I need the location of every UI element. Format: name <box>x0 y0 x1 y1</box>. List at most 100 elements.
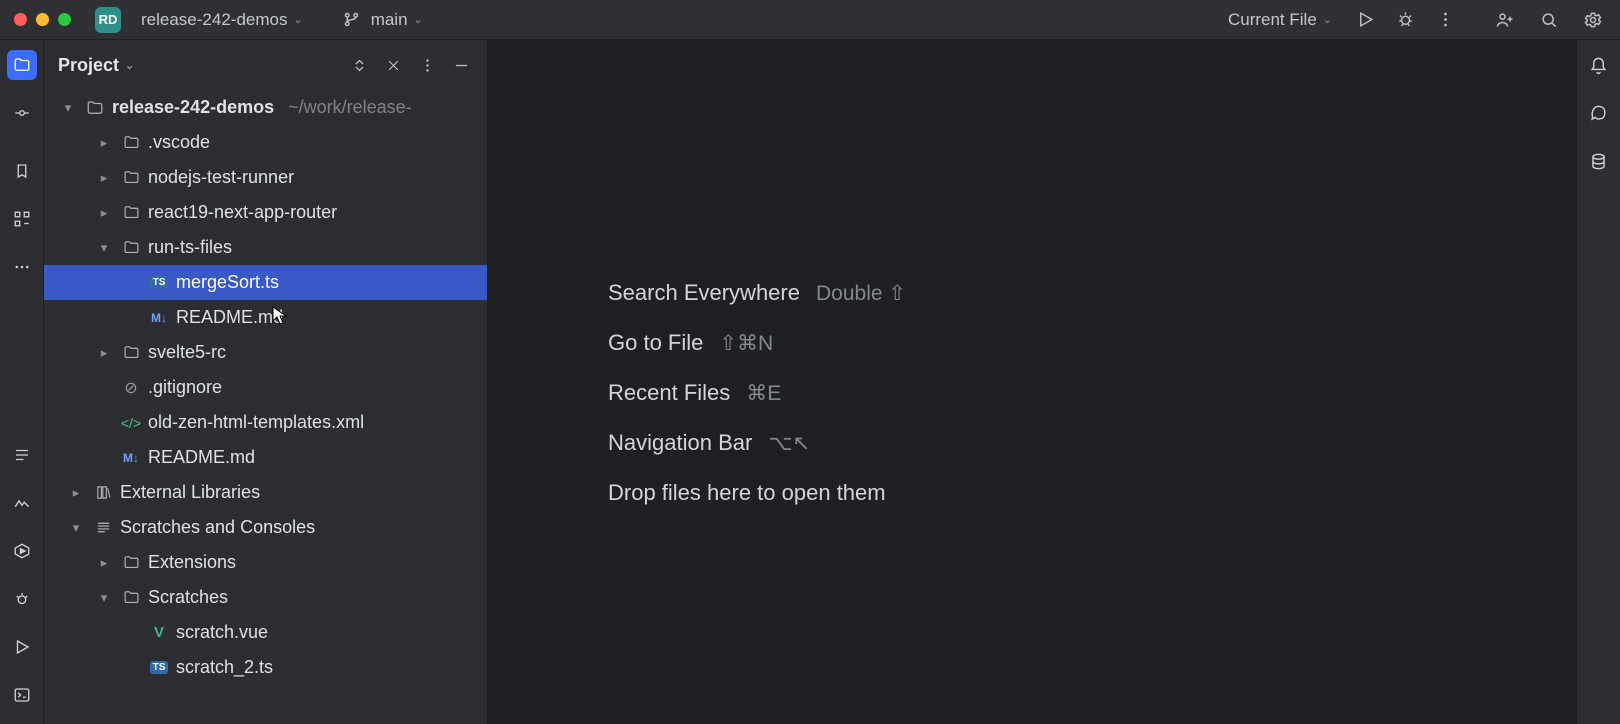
tree-item-label: External Libraries <box>120 482 260 503</box>
tree-row-nodejs-test-runner[interactable]: nodejs-test-runner <box>44 160 487 195</box>
hint-search-everywhere: Search Everywhere Double ⇧ <box>608 280 906 306</box>
file-type-icon: </> <box>120 415 142 431</box>
file-type-icon: M↓ <box>120 451 142 465</box>
editor-area[interactable]: Search Everywhere Double ⇧ Go to File ⇧⌘… <box>488 40 1576 724</box>
commit-tool-button[interactable] <box>7 98 37 128</box>
project-tool-button[interactable] <box>7 50 37 80</box>
more-vert-icon[interactable] <box>1432 7 1458 33</box>
run-tool-button[interactable] <box>7 632 37 662</box>
tree-item-label: Extensions <box>148 552 236 573</box>
chevron-down-icon: ⌄ <box>293 13 302 26</box>
close-window-icon[interactable] <box>14 13 27 26</box>
project-panel-title[interactable]: Project ⌄ <box>58 55 134 76</box>
tree-item-label: react19-next-app-router <box>148 202 337 223</box>
title-bar: RD release-242-demos ⌄ main ⌄ Current Fi… <box>0 0 1620 40</box>
bookmarks-tool-button[interactable] <box>7 156 37 186</box>
tree-item-label: README.md <box>148 447 255 468</box>
tree-arrow-icon[interactable] <box>94 135 114 151</box>
project-badge[interactable]: RD <box>95 7 121 33</box>
ai-assistant-icon[interactable] <box>1584 98 1614 128</box>
tree-item-label: scratch.vue <box>176 622 268 643</box>
file-type-icon: TS <box>148 661 170 674</box>
tree-row-run-ts-files[interactable]: run-ts-files <box>44 230 487 265</box>
todo-tool-button[interactable] <box>7 440 37 470</box>
hint-recent-files: Recent Files ⌘E <box>608 380 906 406</box>
project-selector[interactable]: release-242-demos ⌄ <box>135 7 309 33</box>
file-type-icon <box>120 589 142 606</box>
debug-icon[interactable] <box>1392 7 1418 33</box>
settings-icon[interactable] <box>1580 7 1606 33</box>
chevron-down-icon: ⌄ <box>125 59 134 72</box>
project-panel-header: Project ⌄ <box>44 40 487 90</box>
chevron-down-icon[interactable] <box>58 100 78 116</box>
editor-empty-state: Search Everywhere Double ⇧ Go to File ⇧⌘… <box>608 280 906 506</box>
project-name-label: release-242-demos <box>141 10 287 30</box>
project-tree[interactable]: release-242-demos ~/work/release- .vscod… <box>44 90 487 724</box>
tree-arrow-icon[interactable] <box>94 345 114 361</box>
database-icon[interactable] <box>1584 146 1614 176</box>
branch-selector[interactable]: main ⌄ <box>333 4 429 36</box>
tree-item-label: .vscode <box>148 132 210 153</box>
tree-item-label: Scratches and Consoles <box>120 517 315 538</box>
tree-row-scratch-vue[interactable]: Vscratch.vue <box>44 615 487 650</box>
search-icon[interactable] <box>1536 7 1562 33</box>
file-type-icon <box>120 134 142 151</box>
tree-item-label: old-zen-html-templates.xml <box>148 412 364 433</box>
notifications-icon[interactable] <box>1584 50 1614 80</box>
tree-arrow-icon[interactable] <box>94 205 114 221</box>
tree-item-label: README.md <box>176 307 283 328</box>
collapse-all-icon[interactable] <box>381 53 405 77</box>
tree-row-mergesort-ts[interactable]: TSmergeSort.ts <box>44 265 487 300</box>
hide-panel-icon[interactable] <box>449 53 473 77</box>
tree-row-react19-next-app-router[interactable]: react19-next-app-router <box>44 195 487 230</box>
hint-drop-files: Drop files here to open them <box>608 480 906 506</box>
maximize-window-icon[interactable] <box>58 13 71 26</box>
tree-item-label: nodejs-test-runner <box>148 167 294 188</box>
debug-tool-button[interactable] <box>7 584 37 614</box>
tree-row-readme-md[interactable]: M↓ README.md <box>44 440 487 475</box>
more-tools-button[interactable] <box>7 252 37 282</box>
project-panel: Project ⌄ <box>44 40 488 724</box>
code-with-me-icon[interactable] <box>1492 7 1518 33</box>
tree-arrow-icon[interactable] <box>66 520 86 536</box>
select-opened-file-icon[interactable] <box>347 53 371 77</box>
tree-row-svelte5-rc[interactable]: svelte5-rc <box>44 335 487 370</box>
tree-root-path: ~/work/release- <box>288 97 412 118</box>
file-type-icon: M↓ <box>148 311 170 325</box>
tree-arrow-icon[interactable] <box>66 485 86 501</box>
terminal-tool-button[interactable] <box>7 680 37 710</box>
profiler-tool-button[interactable] <box>7 488 37 518</box>
chevron-down-icon: ⌄ <box>414 13 423 26</box>
tree-row-scratches[interactable]: Scratches <box>44 580 487 615</box>
right-tool-strip <box>1576 40 1620 724</box>
run-icon[interactable] <box>1352 7 1378 33</box>
file-type-icon <box>120 204 142 221</box>
panel-options-icon[interactable] <box>415 53 439 77</box>
structure-tool-button[interactable] <box>7 204 37 234</box>
tree-row-external-libraries[interactable]: External Libraries <box>44 475 487 510</box>
tree-root-row[interactable]: release-242-demos ~/work/release- <box>44 90 487 125</box>
tree-row--gitignore[interactable]: ⊘.gitignore <box>44 370 487 405</box>
tree-row-old-zen-html-templates-xml[interactable]: </> old-zen-html-templates.xml <box>44 405 487 440</box>
tree-item-label: svelte5-rc <box>148 342 226 363</box>
tree-row-readme-md[interactable]: M↓ README.md <box>44 300 487 335</box>
tree-row-extensions[interactable]: Extensions <box>44 545 487 580</box>
tree-arrow-icon[interactable] <box>94 555 114 571</box>
tree-row-scratch-2-ts[interactable]: TSscratch_2.ts <box>44 650 487 685</box>
file-type-icon <box>120 554 142 571</box>
tree-arrow-icon[interactable] <box>94 590 114 606</box>
tree-row--vscode[interactable]: .vscode <box>44 125 487 160</box>
minimize-window-icon[interactable] <box>36 13 49 26</box>
file-type-icon <box>120 239 142 256</box>
tree-item-label: .gitignore <box>148 377 222 398</box>
services-tool-button[interactable] <box>7 536 37 566</box>
chevron-down-icon: ⌄ <box>1323 13 1332 26</box>
tree-arrow-icon[interactable] <box>94 240 114 256</box>
branch-name-label: main <box>371 10 408 30</box>
file-type-icon <box>120 344 142 361</box>
run-config-selector[interactable]: Current File ⌄ <box>1222 7 1338 33</box>
tree-row-scratches-and-consoles[interactable]: Scratches and Consoles <box>44 510 487 545</box>
tree-arrow-icon[interactable] <box>94 170 114 186</box>
file-type-icon <box>92 484 114 501</box>
file-type-icon <box>92 519 114 536</box>
